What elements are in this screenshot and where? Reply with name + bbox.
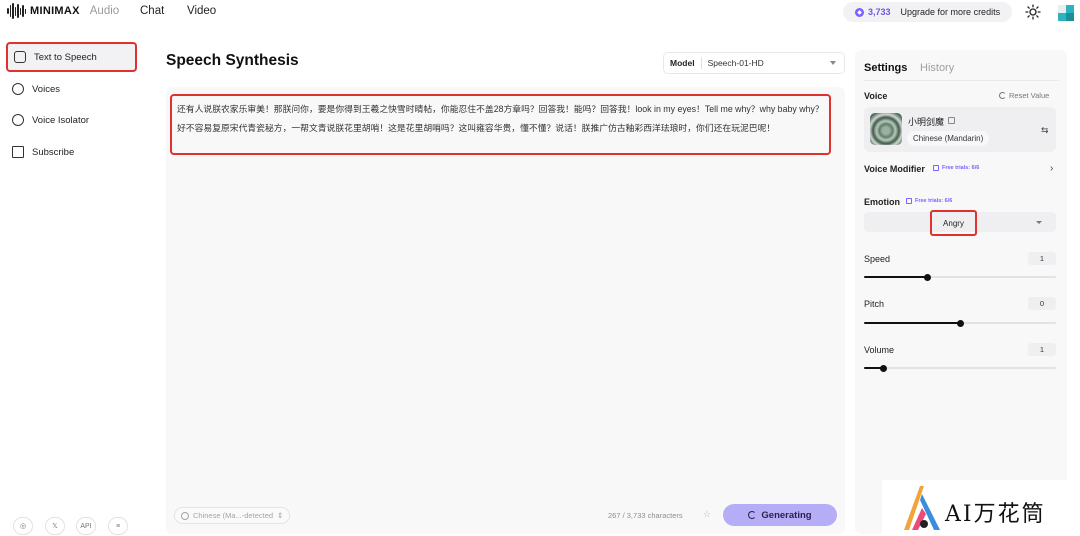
sidebar-item-voices[interactable]: Voices (6, 74, 137, 104)
voice-language-badge: Chinese (Mandarin) (907, 131, 990, 146)
language-value: Chinese (Ma...-detected (193, 511, 274, 520)
input-text-area[interactable]: 还有人说朕农家乐审美！那朕问你，要是你得到王羲之快雪时晴帖，你能忍住不盖28方章… (170, 94, 831, 155)
sidebar-item-subscribe[interactable]: Subscribe (6, 137, 137, 167)
volume-value[interactable]: 1 (1028, 343, 1056, 356)
speed-slider-handle[interactable] (923, 273, 931, 281)
reset-icon (999, 92, 1006, 99)
voice-avatar (870, 113, 902, 145)
speed-label: Speed (864, 254, 891, 264)
voice-name: 小明剑魔 (908, 117, 945, 127)
chevron-down-icon (830, 61, 836, 65)
generate-label: Generating (761, 509, 812, 521)
product-name: Audio (89, 5, 120, 17)
watermark-text: AI万花筒 (945, 502, 1046, 527)
page-title: Speech Synthesis (166, 52, 299, 69)
loading-spinner-icon (748, 511, 757, 519)
emotion-label: Emotion (864, 197, 900, 207)
tab-history[interactable]: History (920, 62, 954, 74)
x-twitter-icon[interactable]: 𝕏 (45, 517, 65, 535)
sidebar-item-label: Text to Speech (34, 51, 97, 63)
user-avatar-icon[interactable] (1058, 5, 1074, 21)
sidebar-item-text-to-speech[interactable]: Text to Speech (6, 42, 137, 72)
waveform-logo-icon (7, 2, 26, 20)
gift-icon (906, 198, 912, 204)
model-select[interactable]: Model Speech-01-HD (663, 52, 845, 74)
chevron-right-icon[interactable]: › (1050, 163, 1053, 174)
sort-icon: ⇕ (277, 511, 284, 520)
volume-slider-handle[interactable] (879, 364, 887, 372)
volume-slider[interactable] (864, 364, 1056, 372)
tab-settings[interactable]: Settings (864, 62, 907, 74)
sidebar-item-voice-isolator[interactable]: Voice Isolator (6, 105, 137, 135)
model-value: Speech-01-HD (707, 58, 764, 68)
emotion-trial-badge: Free trials: 6/6 (906, 198, 952, 204)
tts-icon (14, 51, 26, 63)
voice-modifier-trial-badge: Free trials: 6/6 (933, 165, 979, 171)
swap-voice-icon[interactable]: ⇆ (1041, 125, 1049, 136)
credits-amount: 3,733 (868, 7, 891, 17)
credits-pill[interactable]: ◆ 3,733 Upgrade for more credits (843, 2, 1012, 22)
speed-slider[interactable] (864, 273, 1056, 281)
chevron-down-icon (1036, 221, 1042, 224)
speed-value[interactable]: 1 (1028, 252, 1056, 265)
theme-toggle-sun-icon[interactable] (1025, 4, 1041, 20)
watermark-logo-icon (904, 486, 940, 530)
voice-modifier-label[interactable]: Voice Modifier (864, 164, 925, 174)
pitch-value[interactable]: 0 (1028, 297, 1056, 310)
top-bar: MINIMAX Audio Chat Video ◆ 3,733 Upgrade… (0, 0, 1080, 24)
voice-label: Voice (864, 91, 888, 101)
voices-icon (12, 83, 24, 95)
isolator-icon (12, 114, 24, 126)
brand-logo[interactable]: MINIMAX Audio (7, 2, 119, 20)
pitch-slider[interactable] (864, 319, 1056, 327)
upgrade-link[interactable]: Upgrade for more credits (901, 7, 1001, 17)
sidebar-item-label: Voice Isolator (32, 114, 90, 126)
pitch-label: Pitch (864, 299, 885, 309)
character-count: 267 / 3,733 characters (608, 511, 683, 520)
globe-icon (181, 511, 189, 520)
api-link[interactable]: API (76, 517, 96, 535)
reset-value-button[interactable]: Reset Value (999, 91, 1049, 100)
nav-video[interactable]: Video (187, 5, 216, 17)
nav-chat[interactable]: Chat (140, 5, 164, 17)
copy-icon[interactable] (948, 117, 955, 124)
credit-coin-icon: ◆ (855, 7, 864, 17)
crown-icon (12, 146, 24, 158)
language-select[interactable]: Chinese (Ma...-detected ⇕ (174, 507, 291, 524)
pitch-slider-handle[interactable] (956, 319, 964, 327)
generate-button[interactable]: Generating (723, 504, 837, 526)
sidebar-item-label: Voices (32, 83, 60, 95)
model-label: Model (670, 58, 695, 68)
favorite-star-icon[interactable]: ☆ (703, 509, 711, 520)
collapse-sidebar-icon[interactable]: ≡ (108, 517, 128, 535)
gift-icon (933, 165, 939, 171)
sidebar-item-label: Subscribe (32, 146, 75, 158)
brand-name: MINIMAX (30, 5, 80, 17)
volume-label: Volume (864, 345, 895, 355)
emotion-value[interactable]: Angry (930, 210, 977, 236)
discord-icon[interactable]: ◎ (13, 517, 33, 535)
